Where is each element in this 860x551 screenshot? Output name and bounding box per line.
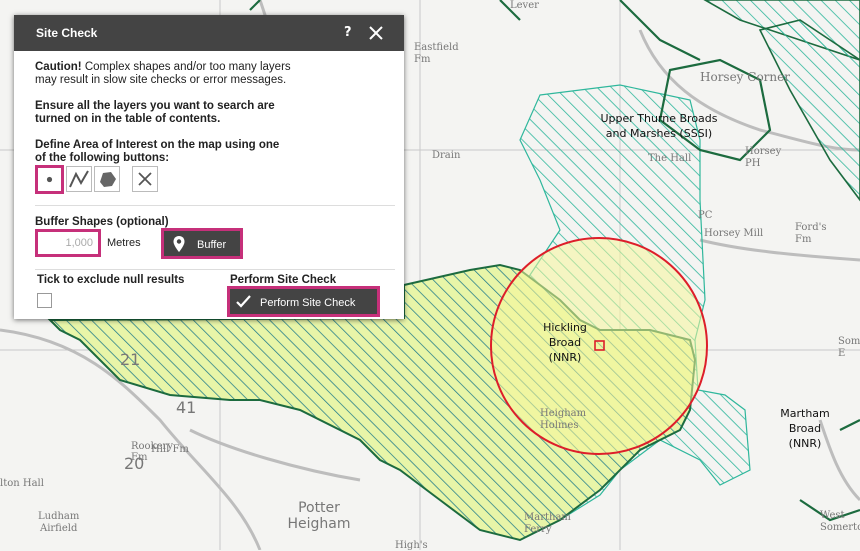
place-fords-line1: Ford's xyxy=(795,222,827,233)
place-the-hall: The Hall xyxy=(648,153,692,164)
divider xyxy=(35,269,395,270)
help-button[interactable]: ? xyxy=(344,25,352,40)
point-tool-button[interactable] xyxy=(35,165,64,194)
define-line1: Define Area of Interest on the map using… xyxy=(35,139,280,151)
define-line2: of the following buttons: xyxy=(35,152,170,164)
ensure-text: Ensure all the layers you want to search… xyxy=(35,100,275,126)
label-ludham-line2: Airfield xyxy=(39,523,78,534)
place-west-somerton: West Somerton xyxy=(820,510,860,534)
label-martham: Martham Broad (NNR) xyxy=(770,406,840,451)
perform-site-check-button[interactable]: Perform Site Check xyxy=(227,286,380,317)
place-heigham-line1: Heigham xyxy=(540,408,587,419)
caution-line1: Caution! Complex shapes and/or too many … xyxy=(35,61,291,74)
map-pin-icon xyxy=(173,236,185,252)
clear-icon xyxy=(138,172,152,186)
place-horsey-ph-line2: PH xyxy=(745,158,761,169)
dialog-title: Site Check xyxy=(36,26,98,40)
label-upper-thurne-line1: Upper Thurne Broads xyxy=(600,112,718,125)
place-eastfield-line2: Fm xyxy=(414,54,431,65)
place-west-somerton-line1: West xyxy=(820,510,845,521)
site-check-dialog: Site Check ? Caution! Complex shapes and… xyxy=(14,15,404,319)
caution-bold: Caution! xyxy=(35,61,82,73)
label-hickling-line1: Hickling xyxy=(543,321,587,334)
grid-number-20: 20 xyxy=(124,454,145,473)
place-pc: PC xyxy=(698,210,713,221)
label-potter-heigham: Potter Heigham xyxy=(284,500,354,532)
label-martham-line2: Broad xyxy=(788,422,822,435)
label-martham-line3: (NNR) xyxy=(788,437,822,450)
place-somerton-edge-line2: E xyxy=(838,348,846,359)
label-hickling: Hickling Broad (NNR) xyxy=(530,320,600,365)
place-eastfield: Eastfield Fm xyxy=(414,42,459,66)
place-horsey-ph: Horsey PH xyxy=(745,146,781,170)
metres-label: Metres xyxy=(107,237,141,249)
null-results-label: Tick to exclude null results xyxy=(37,274,185,286)
buffer-button-label: Buffer xyxy=(197,239,227,251)
buffer-distance-value: 1,000 xyxy=(65,237,93,249)
place-horsey-corner: Horsey Corner xyxy=(700,70,790,84)
place-martham-ferry-line2: Ferry xyxy=(524,524,552,535)
checkmark-icon xyxy=(236,295,251,308)
label-ludham-line1: Ludham xyxy=(38,511,80,522)
label-martham-line1: Martham xyxy=(780,407,830,420)
point-icon xyxy=(46,176,53,183)
place-fords: Ford's Fm xyxy=(795,222,826,246)
grid-number-21: 21 xyxy=(120,350,141,369)
place-horsey-ph-line1: Horsey xyxy=(745,146,782,157)
place-alton-hall: lton Hall xyxy=(0,478,44,489)
label-potter-line2: Heigham xyxy=(287,516,351,532)
polygon-icon xyxy=(100,172,116,187)
polygon-tool-button[interactable] xyxy=(94,166,120,192)
buffer-heading: Buffer Shapes (optional) xyxy=(35,216,169,228)
place-rookery-line1: Rookery xyxy=(131,441,173,452)
place-drain: Drain xyxy=(432,150,461,161)
place-fords-line2: Fm xyxy=(795,234,812,245)
buffer-button[interactable]: Buffer xyxy=(161,228,243,259)
place-horsey-mill: Horsey Mill xyxy=(704,228,764,239)
ensure-line1: Ensure all the layers you want to search… xyxy=(35,100,275,112)
grid-number-41: 41 xyxy=(176,398,197,417)
ensure-line2: turned on in the table of contents. xyxy=(35,113,221,125)
dialog-header[interactable]: Site Check ? xyxy=(14,15,404,51)
place-lever: Lever xyxy=(510,0,539,11)
caution-text: Caution! Complex shapes and/or too many … xyxy=(35,61,291,87)
buffer-distance-input[interactable]: 1,000 xyxy=(35,229,101,257)
place-highs: High's xyxy=(395,540,428,551)
label-upper-thurne: Upper Thurne Broads and Marshes (SSSI) xyxy=(592,111,726,141)
label-ludham-airfield: Ludham Airfield xyxy=(38,511,79,535)
place-eastfield-line1: Eastfield xyxy=(414,42,459,53)
exclude-null-checkbox[interactable] xyxy=(37,293,52,308)
place-heigham-line2: Holmes xyxy=(540,420,579,431)
place-martham-ferry: Martham Ferry xyxy=(524,512,571,536)
caution-rest: Complex shapes and/or too many layers xyxy=(81,61,291,73)
place-heigham-holmes: Heigham Holmes xyxy=(540,408,586,432)
caution-line2: may result in slow site checks or error … xyxy=(35,74,287,86)
place-somerton-edge-line1: Som xyxy=(838,336,860,347)
label-hickling-line2: Broad xyxy=(548,336,582,349)
perform-button-label: Perform Site Check xyxy=(260,297,356,309)
label-potter-line1: Potter xyxy=(298,500,340,516)
place-west-somerton-line2: Somerton xyxy=(820,522,860,533)
define-text: Define Area of Interest on the map using… xyxy=(35,139,279,165)
label-hickling-line3: (NNR) xyxy=(548,351,582,364)
clear-tool-button[interactable] xyxy=(132,166,158,192)
polyline-icon xyxy=(69,170,89,188)
place-martham-ferry-line1: Martham xyxy=(524,512,571,523)
label-upper-thurne-line2: and Marshes (SSSI) xyxy=(605,127,713,140)
divider xyxy=(35,205,395,206)
place-somerton-edge: Som E xyxy=(838,336,860,360)
close-icon[interactable] xyxy=(366,23,386,43)
line-tool-button[interactable] xyxy=(66,166,92,192)
